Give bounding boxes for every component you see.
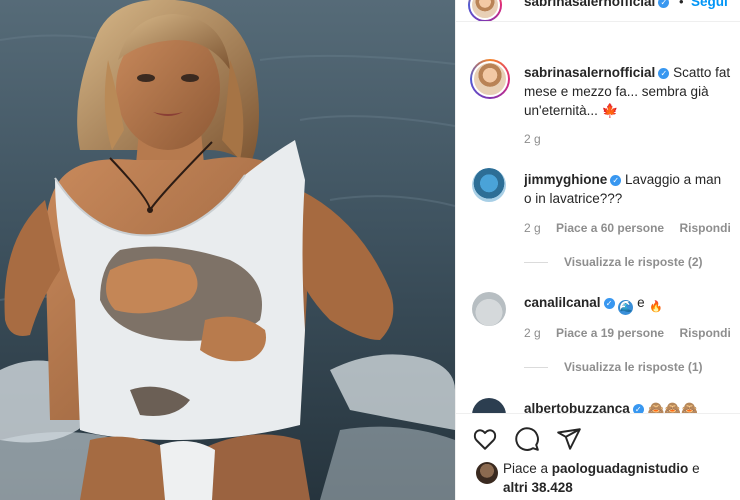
comment-icon[interactable] xyxy=(514,426,540,452)
fire-emoji: 🔥 xyxy=(649,301,663,313)
comment-username[interactable]: jimmyghione xyxy=(524,172,607,187)
likes-others[interactable]: altri 38.428 xyxy=(503,480,573,495)
comment-text-1: Lavaggio a man xyxy=(625,172,722,187)
comment-meta: 2 g Piace a 60 persone Rispondi xyxy=(524,221,731,235)
comment-avatar-canalilcanal[interactable] xyxy=(472,292,506,326)
caption-time[interactable]: 2 g xyxy=(524,132,541,146)
caption-text-3: un'eternità... xyxy=(524,103,598,118)
post-photo[interactable] xyxy=(0,0,455,500)
follow-button[interactable]: Segui xyxy=(691,0,728,9)
comment-likes[interactable]: Piace a 19 persone xyxy=(556,326,664,340)
view-replies-button[interactable]: Visualizza le risposte (2) xyxy=(524,255,703,269)
caption-username[interactable]: sabrinasalernofficial xyxy=(524,65,655,80)
comment-time[interactable]: 2 g xyxy=(524,326,541,340)
action-bar: Piace a paologuadagnistudio e altri 38.4… xyxy=(456,413,740,500)
verified-icon: ✓ xyxy=(658,0,670,8)
comment-jimmyghione: jimmyghione ✓ Lavaggio a man o in lavatri… xyxy=(524,170,740,208)
liker-username[interactable]: paologuadagnistudio xyxy=(552,461,689,476)
post-side-panel: sabrinasalernofficial ✓ • Segui sabrinasa… xyxy=(455,0,740,500)
caption-text-1: Scatto fat xyxy=(673,65,731,80)
caption-avatar[interactable] xyxy=(470,59,510,99)
wave-emoji: 🌊 xyxy=(618,300,634,315)
comment-text: e xyxy=(637,295,645,310)
comment-text-2: o in lavatrice??? xyxy=(524,191,623,206)
header-avatar[interactable] xyxy=(468,0,502,21)
caption-text-2: mese e mezzo fa... sembra già xyxy=(524,84,709,99)
verified-icon: ✓ xyxy=(610,175,622,186)
header-dot: • xyxy=(679,0,684,9)
comment-canalilcanal: canalilcanal ✓ 🌊 e 🔥 xyxy=(524,293,663,315)
liker-avatar[interactable] xyxy=(476,462,498,484)
reply-button[interactable]: Rispondi xyxy=(679,326,730,340)
post-image xyxy=(0,0,455,500)
header-username[interactable]: sabrinasalernofficial ✓ xyxy=(524,0,670,9)
likes-summary: Piace a paologuadagnistudio e altri 38.4… xyxy=(503,459,738,497)
heart-icon[interactable] xyxy=(472,426,498,452)
comment-time[interactable]: 2 g xyxy=(524,221,541,235)
view-replies-button[interactable]: Visualizza le risposte (1) xyxy=(524,360,703,374)
comment-likes[interactable]: Piace a 60 persone xyxy=(556,221,664,235)
likes-suffix: e xyxy=(692,461,700,476)
comment-username[interactable]: canalilcanal xyxy=(524,295,601,310)
likes-prefix: Piace a xyxy=(503,461,549,476)
post-header: sabrinasalernofficial ✓ • Segui xyxy=(456,0,740,22)
comment-meta: 2 g Piace a 19 persone Rispondi xyxy=(524,326,731,340)
comment-avatar-jimmyghione[interactable] xyxy=(472,168,506,202)
maple-leaf-icon: 🍁 xyxy=(601,103,619,118)
caption: sabrinasalernofficial ✓ Scatto fat mese e… xyxy=(524,63,740,120)
share-icon[interactable] xyxy=(556,426,582,452)
verified-icon: ✓ xyxy=(658,68,670,79)
verified-icon: ✓ xyxy=(603,298,615,309)
reply-button[interactable]: Rispondi xyxy=(679,221,730,235)
